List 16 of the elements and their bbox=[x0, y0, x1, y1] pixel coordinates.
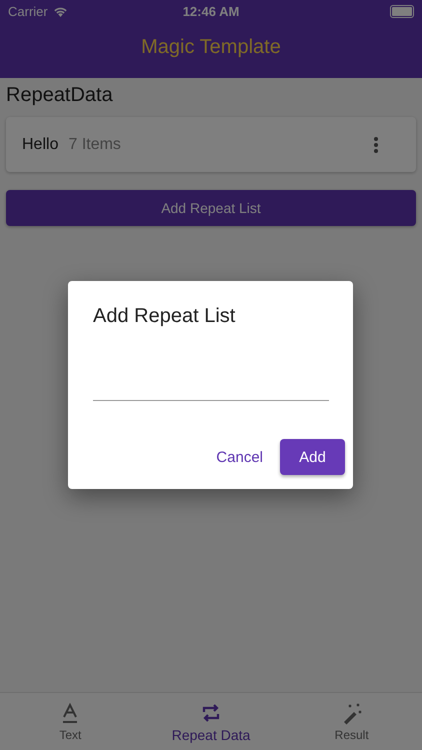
nav-tab[interactable]: Result bbox=[281, 693, 422, 750]
nav-tab[interactable]: Text bbox=[0, 693, 141, 750]
add-button[interactable]: Add bbox=[280, 439, 345, 475]
section-title: RepeatData bbox=[6, 84, 114, 107]
cancel-button[interactable]: Cancel bbox=[207, 439, 272, 475]
battery-icon bbox=[390, 4, 414, 18]
add-repeat-list-button[interactable]: Add Repeat List bbox=[6, 190, 416, 226]
dialog-title: Add Repeat List bbox=[93, 305, 236, 328]
list-name: Hello bbox=[22, 136, 58, 154]
list-card[interactable]: Hello 7 Items bbox=[6, 117, 416, 172]
nav-tab[interactable]: Repeat Data bbox=[140, 693, 282, 750]
wifi-icon bbox=[52, 6, 68, 16]
item-count: 7 Items bbox=[68, 136, 121, 154]
carrier-label: Carrier bbox=[8, 4, 48, 18]
status-time: 12:46 AM bbox=[182, 4, 240, 18]
app-title: Magic Template bbox=[140, 34, 282, 60]
